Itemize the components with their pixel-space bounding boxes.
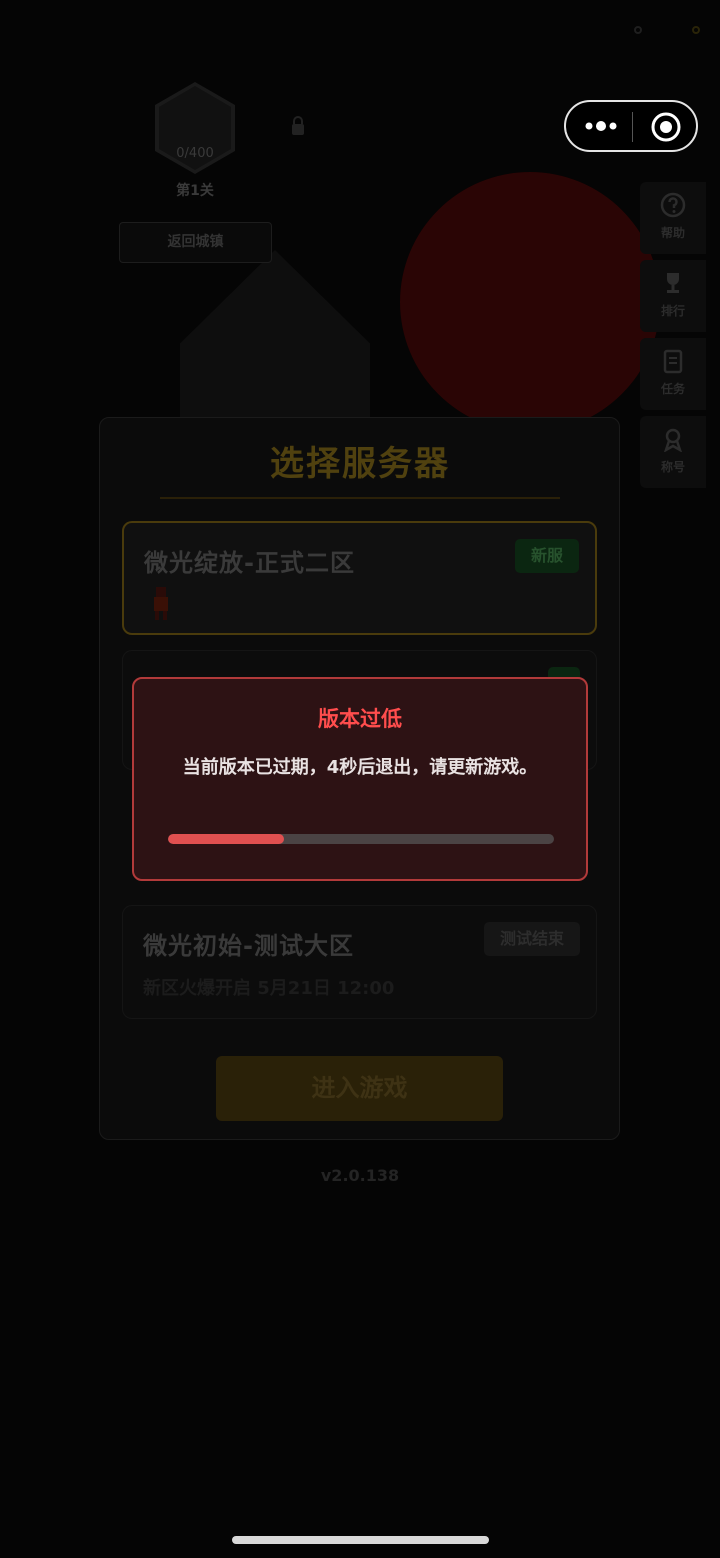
tower-silhouette [180,250,370,420]
alert-message: 当前版本已过期，4秒后退出，请更新游戏。 [182,757,538,778]
test-ended-badge: 测试结束 [483,922,580,956]
task-icon [663,349,683,374]
server-name: 微光初始-测试大区 [143,932,354,960]
game-screen: 0/400 第1关 返回城镇 帮助 排行 任务 称号 选择服务器 微光绽放-正式… [0,0,720,1558]
server-card-test[interactable]: 微光初始-测试大区 测试结束 新区火爆开启 5月21日 12:00 [122,905,597,1019]
progress-fill [168,834,284,844]
version-label: v2.0.138 [320,1166,400,1185]
side-item-ranking[interactable]: 排行 [640,260,706,332]
character-avatar-icon [154,587,168,620]
server-card-main[interactable]: 微光绽放-正式二区 新服 [122,521,597,635]
side-item-help[interactable]: 帮助 [640,182,706,254]
server-open-time: 新区火爆开启 5月21日 12:00 [143,978,395,999]
help-icon [660,192,686,218]
trophy-icon [667,273,679,293]
side-item-tasks[interactable]: 任务 [640,338,706,410]
level-label: 第1关 [176,183,214,199]
capsule-divider [632,112,633,142]
target-close-icon[interactable] [650,111,682,143]
alert-title: 版本过低 [318,707,402,731]
server-name: 微光绽放-正式二区 [144,549,355,577]
exit-countdown-progress [168,834,554,844]
miniprogram-capsule [564,100,698,152]
panel-title: 选择服务器 [270,444,450,484]
more-dots-icon[interactable] [584,115,618,137]
level-progress: 0/400 [176,146,214,161]
side-item-label: 排行 [660,304,685,318]
version-alert-dialog: 版本过低 当前版本已过期，4秒后退出，请更新游戏。 [132,677,588,881]
side-item-label: 帮助 [660,226,685,240]
new-server-badge: 新服 [514,539,579,573]
title-divider [160,497,560,499]
enter-game-button[interactable]: 进入游戏 [216,1056,503,1121]
back-to-town-button[interactable]: 返回城镇 [119,222,272,263]
home-indicator[interactable] [232,1536,489,1544]
side-item-label: 任务 [660,382,685,396]
lock-icon [292,116,304,135]
red-orb-decoration [400,172,660,432]
